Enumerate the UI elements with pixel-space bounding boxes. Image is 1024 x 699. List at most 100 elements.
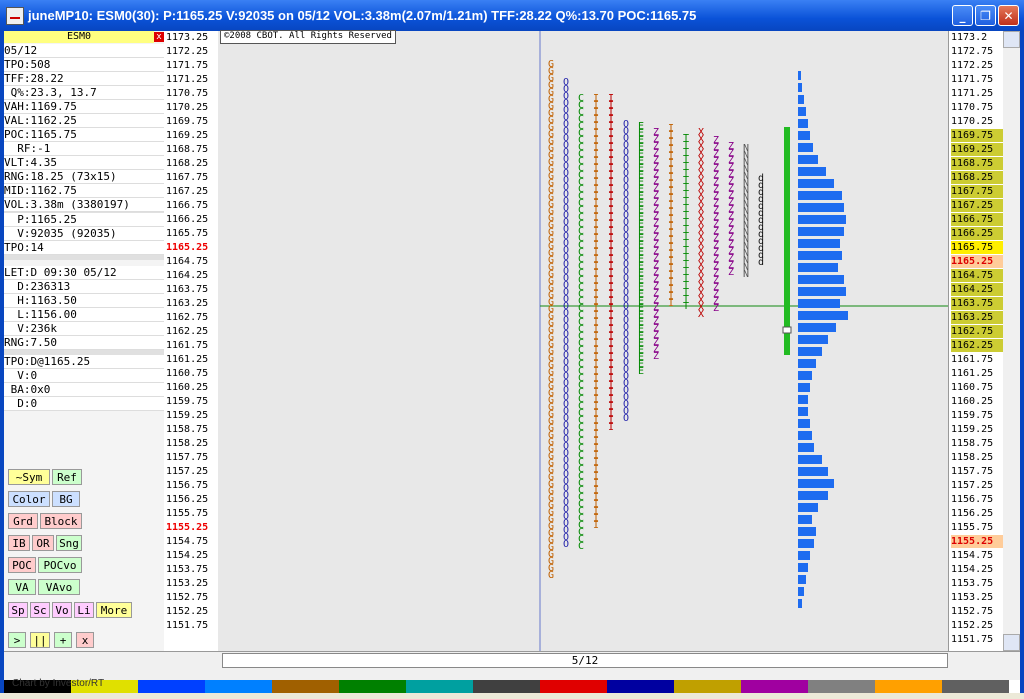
volume-bar: [798, 575, 806, 584]
volume-bar: [798, 239, 840, 248]
sym-button[interactable]: ~Sym: [8, 469, 50, 485]
tpo-letter: G: [548, 570, 554, 581]
more-button[interactable]: More: [96, 602, 132, 618]
remove-button[interactable]: x: [76, 632, 94, 648]
color-swatch[interactable]: [138, 680, 205, 693]
volume-bar: [798, 191, 842, 200]
color-swatch[interactable]: [875, 680, 942, 693]
color-swatch[interactable]: [741, 680, 808, 693]
volume-bar: [798, 155, 818, 164]
stat-volume: V:92035 (92035): [4, 227, 164, 241]
price-tick: 1157.75: [166, 452, 209, 463]
close-button[interactable]: ✕: [998, 5, 1019, 26]
sng-button[interactable]: Sng: [56, 535, 82, 551]
tpo-letter: Z: [653, 351, 659, 362]
vavo-button[interactable]: VAvo: [38, 579, 80, 595]
minimize-button[interactable]: _: [952, 5, 973, 26]
ref-button[interactable]: Ref: [52, 469, 82, 485]
tpo-letter: I: [593, 520, 599, 531]
price-tick: 1162.75: [951, 325, 1003, 338]
price-tick: 1165.25: [951, 255, 1003, 268]
color-swatch[interactable]: [674, 680, 741, 693]
grid-button[interactable]: Grd: [8, 513, 38, 529]
scroll-up-icon[interactable]: [1003, 31, 1020, 48]
ib-button[interactable]: IB: [8, 535, 30, 551]
tpo-letter: I: [668, 298, 674, 309]
price-tick: 1168.25: [166, 158, 209, 169]
tpo-letter: I: [608, 422, 614, 433]
volume-bar: [798, 215, 846, 224]
volume-bar: [798, 407, 808, 416]
price-tick: 1157.25: [951, 480, 994, 491]
va-button[interactable]: VA: [8, 579, 36, 595]
play-button[interactable]: >: [8, 632, 26, 648]
volume-bar: [798, 395, 808, 404]
color-swatch[interactable]: [406, 680, 473, 693]
stat-rf: RF:-1: [4, 142, 164, 156]
price-tick: 1165.75: [951, 241, 1003, 254]
price-tick: 1155.75: [166, 508, 209, 519]
price-tick: 1165.75: [166, 228, 209, 239]
stat-tpo-d: TPO:D@1165.25: [4, 355, 164, 369]
volume-bar: [798, 491, 828, 500]
price-tick: 1168.75: [951, 157, 1003, 170]
price-tick: 1152.75: [951, 606, 994, 617]
stat-tpo-count: TPO:14: [4, 241, 164, 255]
close-symbol-icon[interactable]: x: [154, 32, 164, 42]
pocvo-button[interactable]: POCvo: [38, 557, 82, 573]
sp-button[interactable]: Sp: [8, 602, 28, 618]
price-tick: 1155.25: [166, 522, 209, 533]
volume-bar: [798, 275, 844, 284]
stat-price: P:1165.25: [4, 213, 164, 227]
color-swatch[interactable]: [607, 680, 674, 693]
li-button[interactable]: Li: [74, 602, 94, 618]
price-tick: 1161.25: [951, 368, 994, 379]
sc-button[interactable]: Sc: [30, 602, 50, 618]
price-tick: 1167.25: [951, 199, 1003, 212]
price-tick: 1167.75: [951, 185, 1003, 198]
price-tick: 1172.25: [166, 46, 209, 57]
volume-bar: [798, 515, 812, 524]
zoom-in-button[interactable]: +: [54, 632, 72, 648]
stats-panel: ESM0 x 05/12 TPO:508 TFF:28.22 Q%:23.3, …: [4, 31, 165, 651]
stat-high: H:1163.50: [4, 294, 164, 308]
price-tick: 1164.25: [166, 270, 209, 281]
color-swatch[interactable]: [272, 680, 339, 693]
price-tick: 1158.25: [951, 452, 994, 463]
color-swatch[interactable]: [473, 680, 540, 693]
price-tick: 1160.75: [951, 382, 994, 393]
stat-d0: D:0: [4, 397, 164, 411]
stat-val: VAL:1162.25: [4, 114, 164, 128]
volume-bar: [798, 287, 846, 296]
price-tick: 1154.25: [951, 564, 994, 575]
color-swatch[interactable]: [808, 680, 875, 693]
pause-button[interactable]: ||: [30, 632, 50, 648]
price-tick: 1163.75: [951, 297, 1003, 310]
scroll-down-icon[interactable]: [1003, 634, 1020, 651]
or-button[interactable]: OR: [32, 535, 54, 551]
vo-button[interactable]: Vo: [52, 602, 72, 618]
credit-text: Chart by Investor/RT: [12, 678, 105, 689]
volume-bar: [798, 563, 808, 572]
poc-button[interactable]: POC: [8, 557, 36, 573]
price-tick: 1153.75: [166, 564, 209, 575]
vertical-scrollbar[interactable]: [1003, 31, 1020, 651]
restore-button[interactable]: ❐: [975, 5, 996, 26]
color-swatch[interactable]: [540, 680, 607, 693]
price-tick: 1169.25: [951, 143, 1003, 156]
symbol-header[interactable]: ESM0: [4, 31, 154, 43]
price-tick: 1165.25: [166, 242, 209, 253]
color-swatch[interactable]: [205, 680, 272, 693]
price-tick: 1167.75: [166, 172, 209, 183]
price-tick: 1156.25: [166, 494, 209, 505]
price-tick: 1162.25: [166, 326, 209, 337]
horizontal-scrollbar[interactable]: [4, 668, 1020, 680]
bg-button[interactable]: BG: [52, 491, 80, 507]
price-tick: 1160.75: [166, 368, 209, 379]
market-profile-chart[interactable]: GGGGGGGGGGGGGGGGGGGGGGGGGGGGGGGGGGGGGGGG…: [218, 31, 948, 651]
block-button[interactable]: Block: [40, 513, 82, 529]
color-button[interactable]: Color: [8, 491, 50, 507]
color-swatch[interactable]: [339, 680, 406, 693]
color-swatch[interactable]: [942, 680, 1009, 693]
stat-range: RNG:7.50: [4, 336, 164, 350]
